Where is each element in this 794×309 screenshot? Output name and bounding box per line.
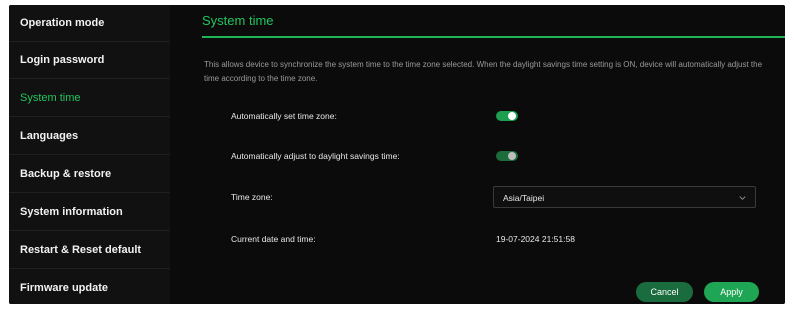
sidebar-item-system-information[interactable]: System information bbox=[9, 194, 170, 231]
sidebar-item-firmware-update[interactable]: Firmware update bbox=[9, 270, 170, 304]
sidebar-item-languages[interactable]: Languages bbox=[9, 118, 170, 155]
sidebar-item-restart-reset[interactable]: Restart & Reset default bbox=[9, 232, 170, 269]
page-title: System time bbox=[202, 13, 274, 28]
sidebar-item-system-time[interactable]: System time bbox=[9, 80, 170, 117]
auto-dst-toggle[interactable] bbox=[496, 151, 518, 161]
title-divider bbox=[202, 36, 785, 38]
chevron-down-icon bbox=[739, 196, 746, 200]
sidebar-item-login-password[interactable]: Login password bbox=[9, 42, 170, 79]
settings-window: Operation mode Login password System tim… bbox=[9, 5, 785, 304]
timezone-select[interactable]: Asia/Taipei bbox=[493, 186, 756, 208]
sidebar-item-backup-restore[interactable]: Backup & restore bbox=[9, 156, 170, 193]
sidebar-item-operation-mode[interactable]: Operation mode bbox=[9, 5, 170, 42]
toggle-knob bbox=[508, 112, 516, 120]
timezone-value: Asia/Taipei bbox=[503, 193, 545, 203]
main-panel: System time This allows device to synchr… bbox=[170, 5, 785, 304]
auto-timezone-toggle[interactable] bbox=[496, 111, 518, 121]
apply-button[interactable]: Apply bbox=[704, 282, 759, 302]
sidebar: Operation mode Login password System tim… bbox=[9, 5, 170, 304]
current-datetime-value: 19-07-2024 21:51:58 bbox=[496, 234, 575, 244]
cancel-button[interactable]: Cancel bbox=[636, 282, 693, 302]
page-description: This allows device to synchronize the sy… bbox=[204, 60, 763, 83]
auto-timezone-label: Automatically set time zone: bbox=[231, 111, 337, 121]
toggle-knob bbox=[508, 152, 516, 160]
current-datetime-label: Current date and time: bbox=[231, 234, 316, 244]
timezone-label: Time zone: bbox=[231, 192, 273, 202]
auto-dst-label: Automatically adjust to daylight savings… bbox=[231, 151, 400, 161]
